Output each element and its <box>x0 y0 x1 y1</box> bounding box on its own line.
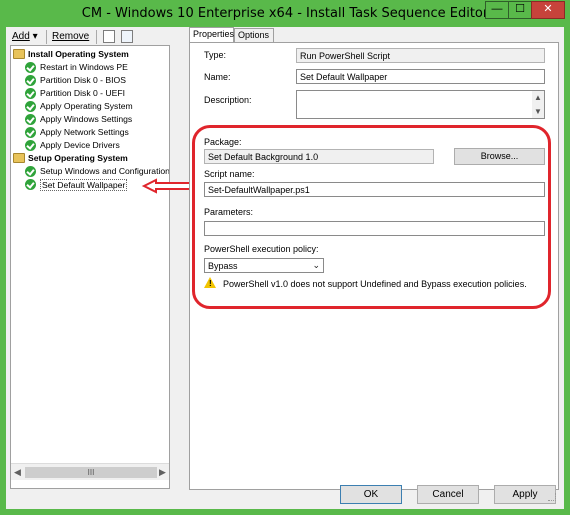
name-input[interactable]: Set Default Wallpaper <box>296 69 545 84</box>
properties-panel: Type: Run PowerShell Script Name: Set De… <box>189 42 559 490</box>
check-icon <box>25 62 36 73</box>
tree-item-label: Apply Network Settings <box>40 127 129 137</box>
execution-policy-label: PowerShell execution policy: <box>204 244 319 254</box>
chevron-down-icon: ▾ <box>32 31 38 42</box>
move-up-icon[interactable] <box>121 30 133 43</box>
remove-label: Remove <box>52 31 90 42</box>
type-label: Type: <box>204 50 227 60</box>
scrollbar-thumb[interactable]: III <box>25 467 157 478</box>
tree-item-label: Set Default Wallpaper <box>40 179 128 191</box>
tree-group-label: Install Operating System <box>28 49 129 59</box>
scroll-left-icon[interactable]: ◀ <box>14 467 21 478</box>
tree-item-label: Setup Windows and Configuration <box>40 166 170 176</box>
check-icon <box>25 166 36 177</box>
browse-button[interactable]: Browse... <box>454 148 545 165</box>
client-area: Add ▾ Remove Install Operating System Re… <box>6 27 564 509</box>
parameters-input[interactable] <box>204 221 545 236</box>
tab-properties[interactable]: Properties <box>189 27 234 43</box>
toolbar-divider <box>46 30 47 44</box>
add-menu-button[interactable]: Add ▾ <box>12 31 38 42</box>
chevron-down-icon: ⌄ <box>312 260 320 270</box>
description-scrollbar[interactable]: ▲ ▼ <box>532 91 544 118</box>
tree-horizontal-scrollbar[interactable]: ◀ III ▶ <box>11 463 169 480</box>
warning-icon <box>204 277 216 288</box>
close-button[interactable]: ✕ <box>531 1 565 19</box>
package-label: Package: <box>204 137 242 147</box>
tab-options[interactable]: Options <box>234 28 274 42</box>
script-name-label: Script name: <box>204 169 255 179</box>
parameters-label: Parameters: <box>204 207 254 217</box>
package-field: Set Default Background 1.0 <box>204 149 434 164</box>
tree-item-label: Apply Windows Settings <box>40 114 133 124</box>
tree-item-label: Apply Device Drivers <box>40 140 120 150</box>
type-field: Run PowerShell Script <box>296 48 545 63</box>
cancel-button[interactable]: Cancel <box>417 485 479 504</box>
check-icon <box>25 114 36 125</box>
remove-button[interactable]: Remove <box>52 31 89 42</box>
tree-item-set-wallpaper[interactable]: Set Default Wallpaper <box>11 178 129 191</box>
chevron-up-icon[interactable]: ▲ <box>534 93 542 102</box>
tree-item-label: Apply Operating System <box>40 101 133 111</box>
check-icon <box>25 88 36 99</box>
name-label: Name: <box>204 72 231 82</box>
editor-window: CM - Windows 10 Enterprise x64 - Install… <box>0 0 570 515</box>
warning-text: PowerShell v1.0 does not support Undefin… <box>223 279 527 289</box>
red-arrow-icon <box>141 178 193 194</box>
tree-item-label: Restart in Windows PE <box>40 62 128 72</box>
resize-grip-icon[interactable] <box>548 493 556 501</box>
properties-icon[interactable] <box>103 30 115 43</box>
check-icon <box>25 179 36 190</box>
script-name-input[interactable]: Set-DefaultWallpaper.ps1 <box>204 182 545 197</box>
maximize-button[interactable]: ☐ <box>508 1 532 19</box>
apply-button[interactable]: Apply <box>494 485 556 504</box>
scroll-right-icon[interactable]: ▶ <box>159 467 166 478</box>
task-sequence-tree[interactable]: Install Operating System Restart in Wind… <box>10 45 170 489</box>
add-label: Add <box>12 31 30 42</box>
title-bar[interactable]: CM - Windows 10 Enterprise x64 - Install… <box>0 0 570 27</box>
check-icon <box>25 75 36 86</box>
execution-policy-value: Bypass <box>208 261 238 271</box>
ok-button[interactable]: OK <box>340 485 402 504</box>
tree-item-label: Partition Disk 0 - BIOS <box>40 75 126 85</box>
check-icon <box>25 127 36 138</box>
tree-group-label: Setup Operating System <box>28 153 128 163</box>
check-icon <box>25 101 36 112</box>
execution-policy-select[interactable]: Bypass ⌄ <box>204 258 324 273</box>
minimize-button[interactable]: — <box>485 1 509 19</box>
folder-icon <box>13 153 25 163</box>
check-icon <box>25 140 36 151</box>
description-label: Description: <box>204 95 252 105</box>
folder-icon <box>13 49 25 59</box>
description-input[interactable]: ▲ ▼ <box>296 90 545 119</box>
toolbar-divider <box>96 30 97 44</box>
tree-item-label: Partition Disk 0 - UEFI <box>40 88 126 98</box>
tree-toolbar: Add ▾ Remove <box>8 29 178 45</box>
chevron-down-icon[interactable]: ▼ <box>534 107 542 116</box>
